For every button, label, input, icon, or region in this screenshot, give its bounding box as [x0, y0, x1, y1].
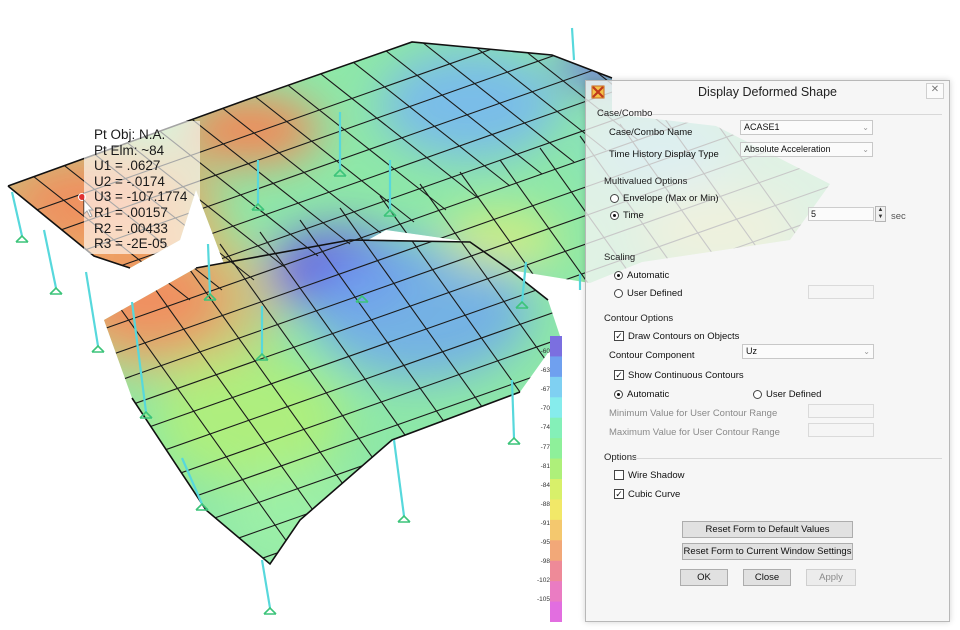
time-input[interactable]: 5	[808, 207, 874, 221]
case-combo-name-value: ACASE1	[744, 122, 780, 132]
display-deformed-shape-dialog[interactable]: Display Deformed Shape ✕ Case/Combo Case…	[585, 80, 950, 622]
legend-value-label: -88	[540, 500, 550, 508]
point-info-line: R2 = .00433	[94, 220, 168, 236]
legend-color-segment	[550, 376, 562, 398]
time-history-display-type-value: Absolute Acceleration	[744, 144, 831, 154]
point-info-tooltip: Pt Obj: N.A. Pt Elm: ~84 U1 = .0627 U2 =…	[84, 121, 200, 254]
section-divider	[652, 114, 942, 115]
min-contour-range-label: Minimum Value for User Contour Range	[609, 408, 778, 419]
time-spinner[interactable]: ▲ ▼	[875, 206, 886, 222]
reset-current-button[interactable]: Reset Form to Current Window Settings	[682, 543, 853, 560]
legend-value-label: -98	[540, 558, 550, 566]
legend-color-segment	[550, 438, 562, 460]
max-contour-range-input[interactable]	[808, 423, 874, 437]
legend-color-segment	[550, 479, 562, 500]
cubic-curve-label: Cubic Curve	[628, 489, 681, 500]
point-info-line: U2 = -.0174	[94, 173, 165, 189]
draw-contours-checkbox[interactable]: ✓	[614, 331, 624, 341]
chevron-down-icon: ⌄	[862, 123, 869, 132]
legend-color-segment	[550, 458, 562, 480]
contour-user-defined-label: User Defined	[766, 389, 822, 400]
legend-value-label: -74	[540, 424, 550, 432]
contour-user-defined-radio[interactable]	[753, 390, 762, 399]
point-info-line: Pt Elm: ~84	[94, 142, 165, 158]
spin-up-icon[interactable]: ▲	[876, 207, 885, 214]
legend-value-label: -77	[540, 443, 550, 451]
legend-color-segment	[550, 336, 562, 357]
point-info-line: R1 = .00157	[94, 204, 168, 220]
point-info-line: Pt Obj: N.A.	[94, 127, 166, 142]
legend-value-label: -84	[540, 481, 550, 489]
point-info-line: R3 = -2E-05	[94, 236, 168, 252]
time-radio[interactable]	[610, 211, 619, 220]
legend-value-label: -105	[536, 596, 550, 604]
dialog-titlebar[interactable]: Display Deformed Shape ✕	[586, 81, 949, 103]
legend-value-label: -91	[540, 519, 550, 527]
cubic-curve-checkbox[interactable]: ✓	[614, 489, 624, 499]
legend-value-label: -63	[540, 367, 550, 375]
case-combo-section-title: Case/Combo	[597, 108, 653, 119]
legend-color-segment	[550, 540, 562, 562]
scaling-user-defined-input[interactable]	[808, 285, 874, 299]
legend-color-segment	[550, 356, 562, 378]
legend-value-label: -60	[540, 348, 550, 355]
time-history-display-type-select[interactable]: Absolute Acceleration ⌄	[740, 142, 873, 157]
chevron-down-icon: ⌄	[863, 347, 870, 356]
legend-color-segment	[550, 417, 562, 439]
legend-color-segment	[550, 397, 562, 419]
point-info-line: U1 = .0627	[94, 158, 161, 174]
legend-value-label: -95	[540, 539, 550, 546]
legend-value-label: -102	[536, 577, 550, 585]
legend-value-label: -67	[540, 386, 550, 394]
multivalued-section-title: Multivalued Options	[604, 176, 688, 187]
dialog-title: Display Deformed Shape	[698, 85, 837, 99]
close-icon[interactable]: ✕	[926, 83, 944, 99]
contour-options-section-title: Contour Options	[604, 313, 674, 324]
options-section-title: Options	[604, 452, 637, 463]
case-combo-name-label: Case/Combo Name	[609, 127, 693, 138]
chevron-down-icon: ⌄	[862, 145, 869, 154]
legend-color-segment	[550, 560, 562, 582]
contour-automatic-radio[interactable]	[614, 390, 623, 399]
min-contour-range-input[interactable]	[808, 404, 874, 418]
wire-shadow-checkbox[interactable]	[614, 470, 624, 480]
time-label: Time	[623, 210, 644, 221]
legend-value-label: -81	[540, 462, 550, 470]
envelope-radio[interactable]	[610, 194, 619, 203]
time-unit-label: sec	[891, 211, 906, 222]
legend-color-segment	[550, 601, 562, 622]
section-divider	[634, 458, 942, 459]
scaling-automatic-radio[interactable]	[614, 271, 623, 280]
ok-button[interactable]: OK	[680, 569, 728, 586]
point-info-line: U3 = -107.1774	[94, 189, 188, 205]
spin-down-icon[interactable]: ▼	[876, 214, 885, 221]
wire-shadow-label: Wire Shadow	[628, 470, 685, 481]
time-history-display-type-label: Time History Display Type	[609, 149, 719, 160]
show-continuous-contours-checkbox[interactable]: ✓	[614, 370, 624, 380]
case-combo-name-select[interactable]: ACASE1 ⌄	[740, 120, 873, 135]
contour-automatic-label: Automatic	[627, 389, 670, 400]
max-contour-range-label: Maximum Value for User Contour Range	[609, 427, 780, 438]
close-button[interactable]: Close	[743, 569, 791, 586]
contour-component-label: Contour Component	[609, 350, 695, 361]
contour-component-value: Uz	[746, 346, 757, 356]
legend-color-segment	[550, 519, 562, 541]
contour-legend-bar	[550, 336, 562, 622]
reset-default-button[interactable]: Reset Form to Default Values	[682, 521, 853, 538]
legend-value-label: -70	[540, 405, 550, 413]
legend-color-segment	[550, 581, 562, 603]
scaling-section-title: Scaling	[604, 252, 636, 263]
show-continuous-contours-label: Show Continuous Contours	[628, 370, 744, 381]
scaling-user-defined-label: User Defined	[627, 288, 683, 299]
scaling-user-defined-radio[interactable]	[614, 289, 623, 298]
envelope-label: Envelope (Max or Min)	[623, 193, 719, 204]
contour-component-select[interactable]: Uz ⌄	[742, 344, 874, 359]
draw-contours-label: Draw Contours on Objects	[628, 331, 740, 342]
legend-color-segment	[550, 499, 562, 521]
apply-button[interactable]: Apply	[806, 569, 856, 586]
scaling-automatic-label: Automatic	[627, 270, 670, 281]
